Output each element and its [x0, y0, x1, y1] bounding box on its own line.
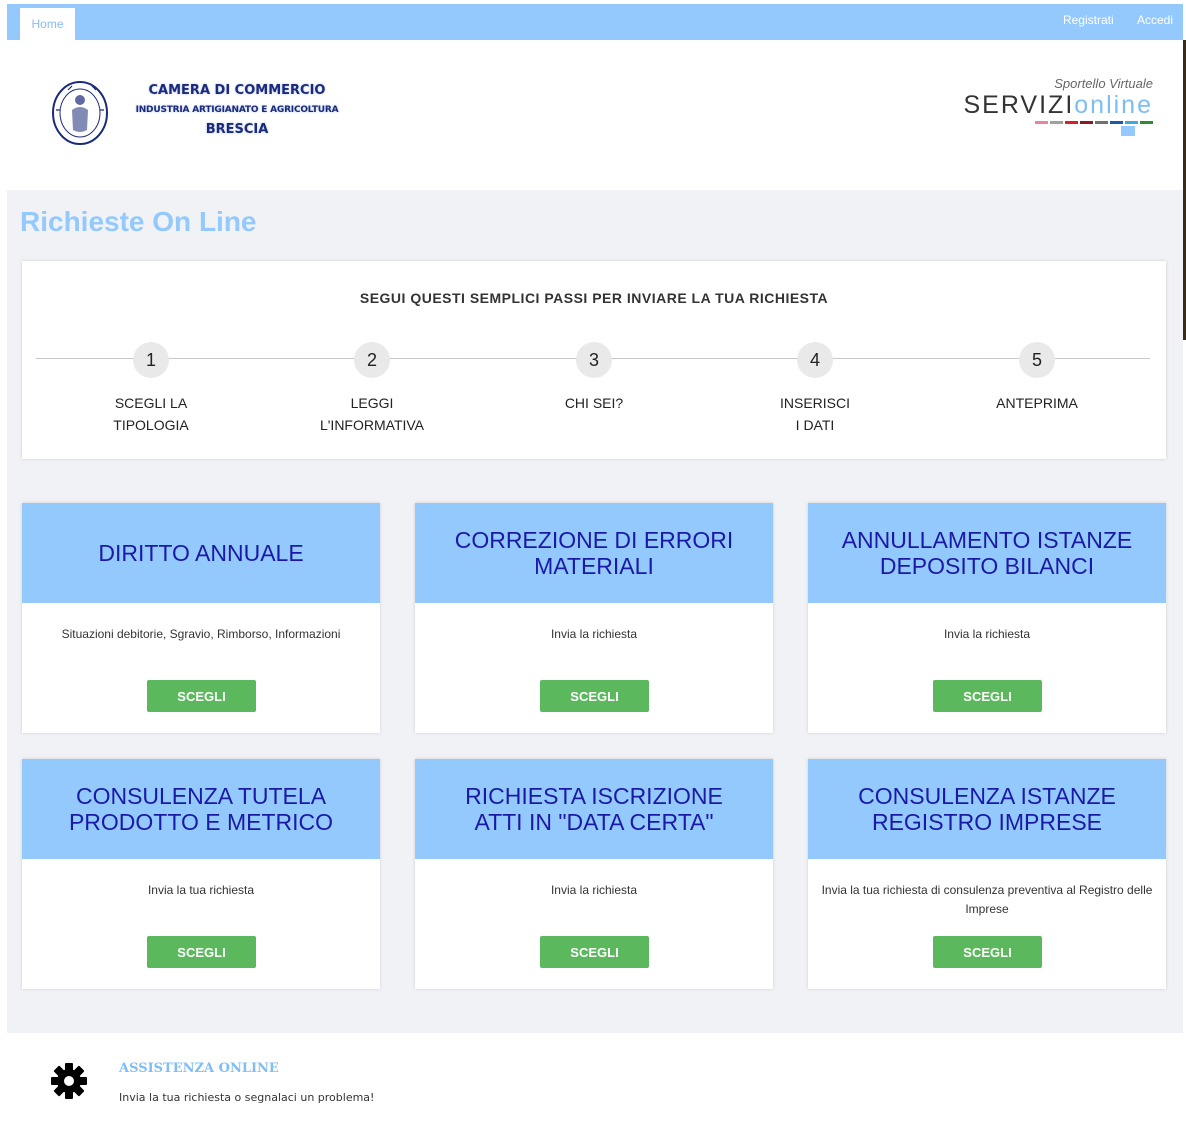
top-right-links: Registrati Accedi [1043, 4, 1173, 40]
assistance-subtitle: Invia la tua richiesta o segnalaci un pr… [119, 1091, 375, 1104]
logo-bar-segment [1035, 121, 1048, 124]
logo-wordmark: SERVIZIonline [943, 92, 1153, 118]
card-header: CORREZIONE DI ERRORI MATERIALI [415, 503, 773, 603]
choose-button[interactable]: SCEGLI [147, 680, 256, 712]
card-description: Invia la tua richiesta di consulenza pre… [821, 883, 1153, 916]
card-description: Invia la tua richiesta [147, 883, 255, 897]
org-name-line1: CAMERA DI COMMERCIO [148, 83, 326, 98]
logo-bar-segment [1065, 121, 1078, 124]
step-label: CHI SEI? [564, 395, 624, 411]
org-name-line3: BRESCIA [205, 122, 269, 137]
card-header: ANNULLAMENTO ISTANZE DEPOSITO BILANCI [808, 503, 1166, 603]
step-number: 3 [576, 342, 612, 378]
step-label: LEGGI L'INFORMATIVA [319, 395, 425, 433]
step-5: 5 ANTEPRIMA [962, 342, 1112, 414]
card-description: Invia la richiesta [550, 627, 638, 641]
step-label: INSERISCI I DATI [779, 395, 850, 433]
gear-icon [51, 1063, 87, 1099]
card-diritto-annuale: DIRITTO ANNUALE Situazioni debitorie, Sg… [22, 503, 380, 733]
card-description: Invia la richiesta [943, 627, 1031, 641]
choose-button[interactable]: SCEGLI [933, 936, 1042, 968]
logo-bar-segment [1110, 121, 1123, 124]
choose-button[interactable]: SCEGLI [540, 936, 649, 968]
card-header: CONSULENZA TUTELA PRODOTTO E METRICO [22, 759, 380, 859]
logo-word-online: online [1074, 91, 1153, 119]
card-richiesta-iscrizione: RICHIESTA ISCRIZIONE ATTI IN "DATA CERTA"… [415, 759, 773, 989]
choose-button[interactable]: SCEGLI [147, 936, 256, 968]
top-navbar: Home Registrati Accedi [7, 4, 1183, 40]
step-number: 2 [354, 342, 390, 378]
logo-word-servizi: SERVIZI [963, 91, 1075, 119]
card-header: RICHIESTA ISCRIZIONE ATTI IN "DATA CERTA" [415, 759, 773, 859]
step-number: 4 [797, 342, 833, 378]
steps-panel: SEGUI QUESTI SEMPLICI PASSI PER INVIARE … [22, 261, 1166, 459]
step-4: 4 INSERISCI I DATI [740, 342, 890, 436]
step-label: ANTEPRIMA [996, 395, 1078, 411]
card-header: DIRITTO ANNUALE [22, 503, 380, 603]
site-header: CAMERA DI COMMERCIO INDUSTRIA ARTIGIANAT… [7, 40, 1183, 190]
logo-square [1121, 126, 1135, 136]
chamber-seal-icon [52, 81, 108, 145]
card-description: Situazioni debitorie, Sgravio, Rimborso,… [61, 627, 341, 641]
logo-bar-segment [1080, 121, 1093, 124]
card-title: RICHIESTA ISCRIZIONE ATTI IN "DATA CERTA" [465, 783, 723, 835]
nav-home-tab[interactable]: Home [20, 8, 75, 40]
card-title: ANNULLAMENTO ISTANZE DEPOSITO BILANCI [841, 527, 1133, 579]
card-consulenza-tutela: CONSULENZA TUTELA PRODOTTO E METRICO Invi… [22, 759, 380, 989]
register-link[interactable]: Registrati [1063, 13, 1114, 27]
logo-color-bar [943, 121, 1153, 124]
step-label: SCEGLI LA TIPOLOGIA [113, 395, 189, 433]
card-annullamento-istanze: ANNULLAMENTO ISTANZE DEPOSITO BILANCI Inv… [808, 503, 1166, 733]
card-title: DIRITTO ANNUALE [98, 540, 304, 566]
choose-button[interactable]: SCEGLI [933, 680, 1042, 712]
card-title: CORREZIONE DI ERRORI MATERIALI [454, 527, 734, 579]
step-number: 1 [133, 342, 169, 378]
org-name-line2: INDUSTRIA ARTIGIANATO E AGRICOLTURA [135, 105, 339, 115]
step-2: 2 LEGGI L'INFORMATIVA [297, 342, 447, 436]
logo-bar-segment [1125, 121, 1138, 124]
card-header: CONSULENZA ISTANZE REGISTRO IMPRESE [808, 759, 1166, 859]
logo-bar-segment [1140, 121, 1153, 124]
step-1: 1 SCEGLI LA TIPOLOGIA [76, 342, 226, 436]
servizi-online-logo: Sportello Virtuale SERVIZIonline [943, 76, 1153, 136]
card-consulenza-istanze: CONSULENZA ISTANZE REGISTRO IMPRESE Invia… [808, 759, 1166, 989]
assistance-title[interactable]: ASSISTENZA ONLINE [119, 1061, 279, 1076]
main-content: Richieste On Line SEGUI QUESTI SEMPLICI … [7, 190, 1183, 1143]
assistance-panel[interactable]: ASSISTENZA ONLINE Invia la tua richiesta… [7, 1033, 1183, 1143]
login-link[interactable]: Accedi [1137, 13, 1173, 27]
step-3: 3 CHI SEI? [519, 342, 669, 414]
card-title: CONSULENZA ISTANZE REGISTRO IMPRESE [858, 783, 1116, 835]
choose-button[interactable]: SCEGLI [540, 680, 649, 712]
organization-name: CAMERA DI COMMERCIO INDUSTRIA ARTIGIANAT… [122, 83, 352, 138]
step-number: 5 [1019, 342, 1055, 378]
card-title: CONSULENZA TUTELA PRODOTTO E METRICO [68, 783, 334, 835]
card-description: Invia la richiesta [550, 883, 638, 897]
logo-bar-segment [1095, 121, 1108, 124]
logo-subtitle: Sportello Virtuale [1054, 76, 1153, 91]
page-title: Richieste On Line [20, 206, 257, 237]
card-correzione-errori: CORREZIONE DI ERRORI MATERIALI Invia la r… [415, 503, 773, 733]
logo-bar-segment [1050, 121, 1063, 124]
steps-title: SEGUI QUESTI SEMPLICI PASSI PER INVIARE … [359, 290, 829, 306]
